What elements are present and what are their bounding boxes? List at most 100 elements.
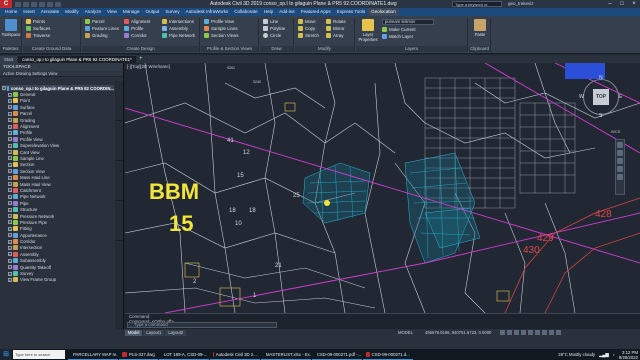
expand-icon[interactable]: + bbox=[8, 105, 12, 110]
taskbar-app-item[interactable]: LOT 189-A, CSD-09-... bbox=[158, 349, 209, 360]
taskbar-search-input[interactable]: Type here to search bbox=[13, 350, 65, 359]
customize-icon[interactable] bbox=[556, 330, 561, 335]
ribbon-tab-autodesk-infraworks[interactable]: Autodesk InfraWorks bbox=[183, 8, 232, 16]
ribbon-tab-output[interactable]: Output bbox=[143, 8, 163, 16]
model-space-toggle[interactable]: MODEL bbox=[398, 330, 413, 336]
osnap-icon[interactable] bbox=[528, 330, 533, 335]
rotate-button[interactable]: Rotate bbox=[326, 18, 354, 25]
expand-icon[interactable]: + bbox=[8, 239, 12, 244]
workspace-switch-icon[interactable] bbox=[549, 330, 554, 335]
windows-start-icon[interactable]: ⊞ bbox=[0, 349, 12, 360]
system-clock[interactable]: 3:12 PM 8/28/2022 bbox=[619, 350, 638, 360]
orbit-icon[interactable] bbox=[617, 166, 623, 172]
snap-icon[interactable] bbox=[507, 330, 512, 335]
prospector-tab[interactable] bbox=[115, 81, 123, 121]
intersections-button[interactable]: Intersections bbox=[162, 18, 200, 25]
new-icon[interactable] bbox=[15, 1, 21, 7]
open-icon[interactable] bbox=[23, 1, 29, 7]
pipe-network-button[interactable]: Pipe Network bbox=[162, 32, 200, 39]
compass-north[interactable]: N bbox=[599, 75, 603, 81]
ribbon-tab-modify[interactable]: Modify bbox=[62, 8, 82, 16]
layer-dropdown[interactable]: puneam sisimov bbox=[382, 19, 434, 25]
showmotion-icon[interactable] bbox=[617, 174, 623, 180]
steering-wheel-icon[interactable] bbox=[617, 142, 623, 148]
match-layer-button[interactable]: Match Layer bbox=[382, 33, 434, 40]
ribbon-tab-home[interactable]: Home bbox=[2, 8, 20, 16]
ribbon-tab-annotate[interactable]: Annotate bbox=[38, 8, 62, 16]
ribbon-tab-express-tools[interactable]: Express Tools bbox=[334, 8, 369, 16]
toolspace-button[interactable]: Toolspace bbox=[1, 18, 21, 44]
viewcube-face[interactable]: TOP bbox=[593, 89, 609, 105]
taskbar-app-item[interactable]: CSD-09-000271.d... bbox=[362, 349, 413, 360]
section-views-button[interactable]: Section Views bbox=[204, 32, 258, 39]
expand-icon[interactable]: + bbox=[8, 207, 12, 212]
circle-button[interactable]: Circle bbox=[263, 32, 293, 39]
grid-icon[interactable] bbox=[500, 330, 505, 335]
compass-west[interactable]: W bbox=[579, 94, 584, 100]
assembly-button[interactable]: Assembly bbox=[162, 25, 200, 32]
settings-tab[interactable] bbox=[115, 121, 123, 161]
ribbon-tab-featured-apps[interactable]: Featured Apps bbox=[298, 8, 334, 16]
search-input[interactable]: Type a keyword or phrase bbox=[452, 1, 502, 12]
expand-icon[interactable]: + bbox=[8, 137, 12, 142]
expand-icon[interactable]: + bbox=[8, 130, 12, 135]
survey-tab[interactable] bbox=[115, 161, 123, 201]
parcel-button[interactable]: Parcel bbox=[85, 18, 123, 25]
network-icon[interactable]: ▂▄▆ bbox=[599, 352, 609, 358]
grading-button[interactable]: Grading bbox=[85, 32, 123, 39]
minimize-icon[interactable]: – bbox=[604, 0, 616, 8]
expand-icon[interactable]: + bbox=[8, 245, 12, 250]
paste-button[interactable]: Paste bbox=[470, 18, 490, 44]
undo-icon[interactable] bbox=[39, 1, 45, 7]
new-tab-icon[interactable]: + bbox=[137, 56, 145, 63]
workspace-icon[interactable] bbox=[55, 1, 61, 7]
ribbon-tab-survey[interactable]: Survey bbox=[162, 8, 182, 16]
expand-icon[interactable]: + bbox=[8, 162, 12, 167]
points-button[interactable]: Points bbox=[26, 18, 80, 25]
expand-icon[interactable]: + bbox=[8, 258, 12, 263]
profile-view-button[interactable]: Profile View bbox=[204, 18, 258, 25]
taskbar-app-item[interactable]: PARCELLARY MAP re... bbox=[68, 349, 118, 360]
application-menu-button[interactable]: C bbox=[0, 0, 12, 8]
ribbon-tab-analyze[interactable]: Analyze bbox=[82, 8, 104, 16]
polar-icon[interactable] bbox=[521, 330, 526, 335]
taskbar-app-item[interactable]: PLS-327.dwg bbox=[119, 349, 158, 360]
viewcube[interactable]: TOP N S E W bbox=[579, 75, 623, 119]
tree-item-view-frame-group[interactable]: + View Frame Group bbox=[2, 277, 114, 283]
user-account[interactable]: geo_trekeviz bbox=[508, 1, 534, 6]
expand-icon[interactable]: + bbox=[8, 271, 12, 276]
annotation-scale-icon[interactable] bbox=[542, 330, 547, 335]
expand-icon[interactable]: + bbox=[8, 143, 12, 148]
make-current-button[interactable]: Make Current bbox=[382, 26, 434, 33]
tree-root[interactable]: − conso_op.I to gilaguin Plane & PR5 92 … bbox=[2, 85, 114, 92]
drawing-tab[interactable]: conso_op.I to gilaguin Plane & PR5 92 CO… bbox=[18, 56, 136, 63]
expand-icon[interactable]: + bbox=[8, 156, 12, 161]
collapse-icon[interactable]: − bbox=[2, 86, 6, 91]
expand-icon[interactable]: + bbox=[8, 124, 12, 129]
ribbon-tab-insert[interactable]: Insert bbox=[20, 8, 38, 16]
redo-icon[interactable] bbox=[47, 1, 53, 7]
corridor-button[interactable]: Corridor bbox=[124, 32, 162, 39]
expand-icon[interactable]: + bbox=[8, 220, 12, 225]
ribbon-tab-manage[interactable]: Manage bbox=[120, 8, 143, 16]
toolbox-tab[interactable] bbox=[115, 201, 123, 241]
lineweight-icon[interactable] bbox=[535, 330, 540, 335]
expand-icon[interactable]: + bbox=[8, 150, 12, 155]
expand-icon[interactable]: + bbox=[8, 169, 12, 174]
expand-icon[interactable]: + bbox=[8, 233, 12, 238]
expand-icon[interactable]: + bbox=[8, 188, 12, 193]
profile-button[interactable]: Profile bbox=[124, 25, 162, 32]
taskbar-app-item[interactable]: Autodesk Civil 3D 2... bbox=[209, 349, 260, 360]
copy-button[interactable]: Copy bbox=[298, 25, 326, 32]
expand-icon[interactable]: + bbox=[8, 111, 12, 116]
viewport-controls-label[interactable]: [-][Top][2D Wireframe] bbox=[127, 64, 170, 69]
stretch-button[interactable]: Stretch bbox=[298, 32, 326, 39]
surfaces-button[interactable]: Surfaces bbox=[26, 25, 80, 32]
ortho-icon[interactable] bbox=[514, 330, 519, 335]
expand-icon[interactable]: + bbox=[8, 252, 12, 257]
expand-icon[interactable]: + bbox=[8, 201, 12, 206]
expand-icon[interactable]: + bbox=[8, 214, 12, 218]
volume-icon[interactable]: ♪ bbox=[613, 352, 615, 357]
expand-icon[interactable]: + bbox=[8, 265, 12, 270]
expand-icon[interactable]: + bbox=[8, 277, 12, 282]
